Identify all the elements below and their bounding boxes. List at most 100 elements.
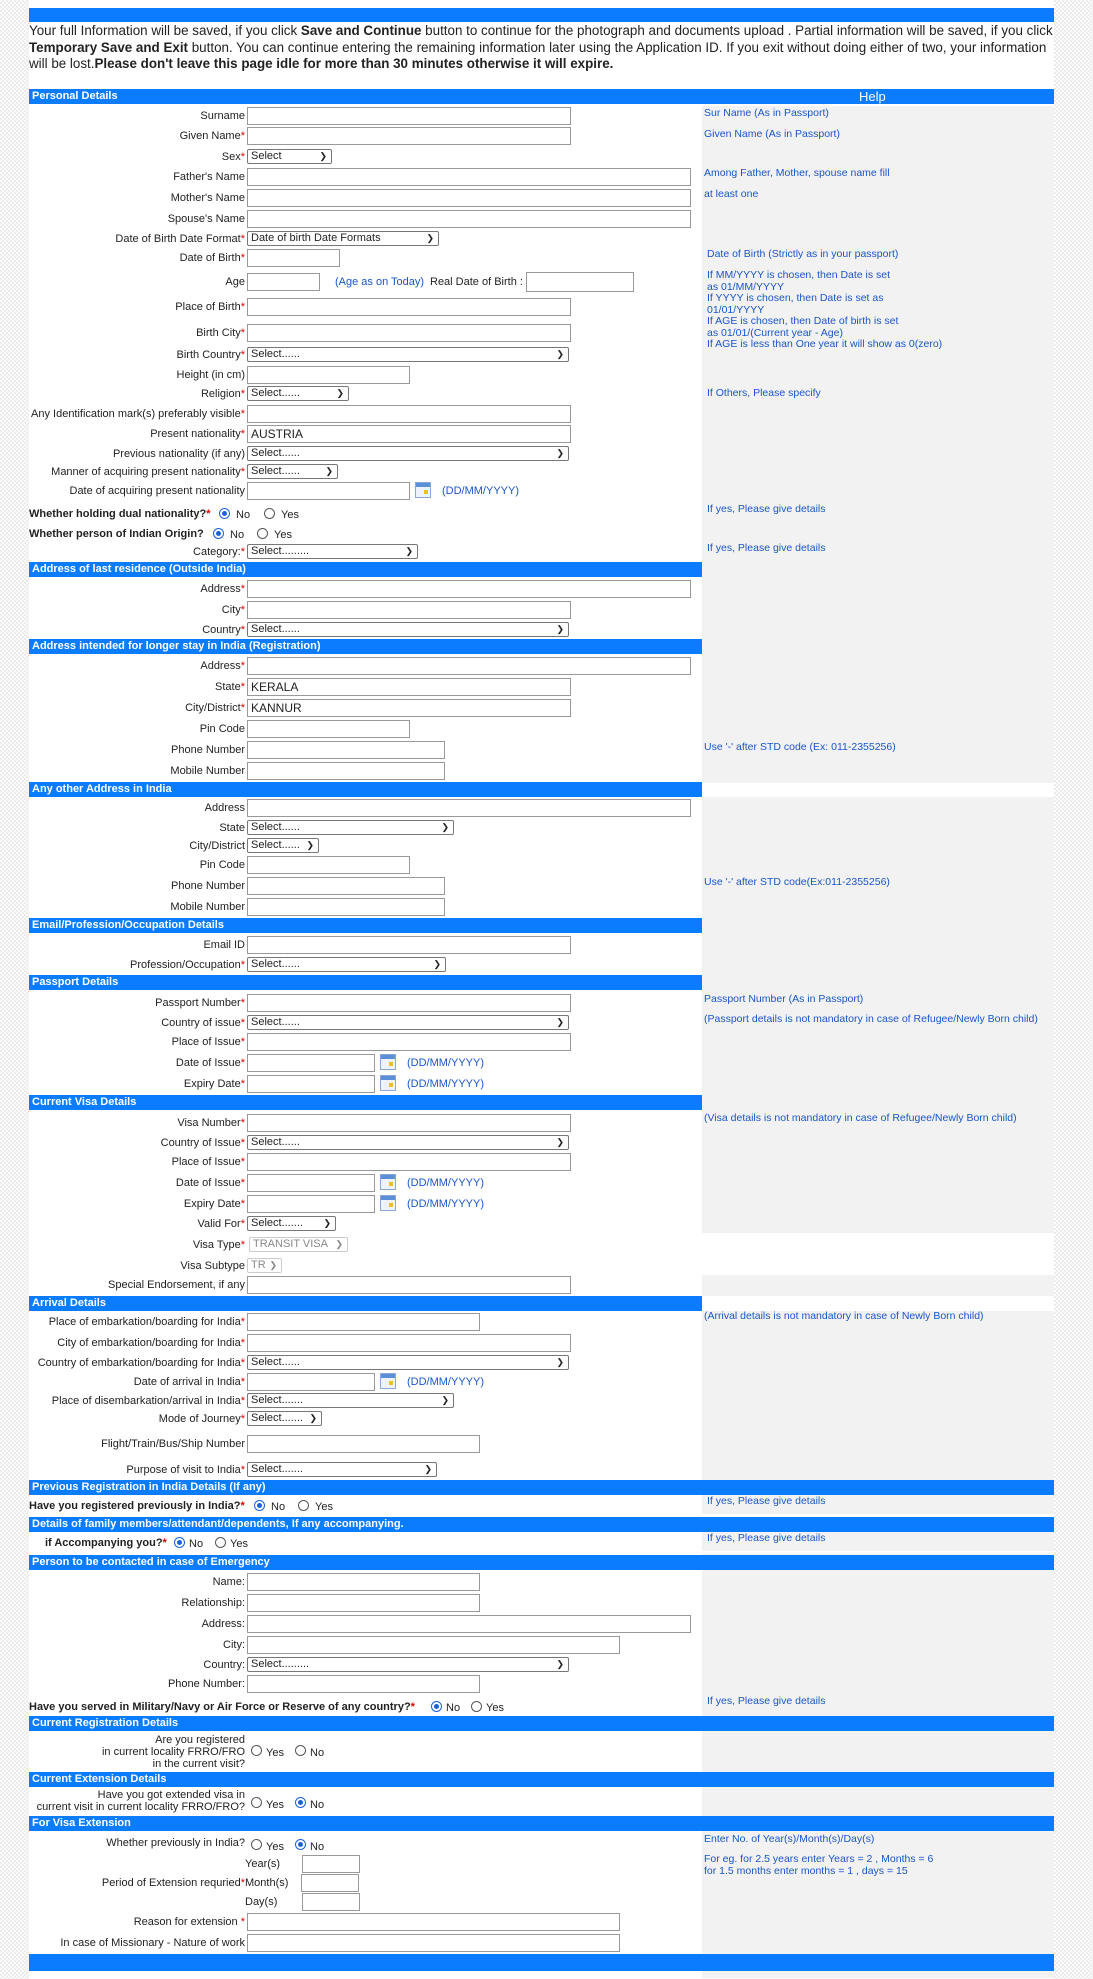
indian-origin-no-radio[interactable]: [213, 528, 224, 539]
em-address-input[interactable]: [247, 1615, 691, 1633]
passport-place-input[interactable]: [247, 1033, 571, 1051]
calendar-icon[interactable]: [380, 1054, 396, 1070]
label-text: Profession/Occupation: [130, 959, 241, 971]
sa-city-input[interactable]: [247, 699, 571, 717]
calendar-icon[interactable]: [380, 1373, 396, 1389]
missionary-input[interactable]: [247, 1934, 620, 1952]
arr-place-input[interactable]: [247, 1313, 480, 1331]
oa-pin-input[interactable]: [247, 856, 410, 874]
current-ext-no-radio[interactable]: [295, 1797, 306, 1808]
calendar-icon[interactable]: [380, 1195, 396, 1211]
religion-select[interactable]: Select...... ❯: [247, 386, 349, 401]
email-input[interactable]: [247, 936, 571, 954]
dual-nationality-no-radio[interactable]: [219, 508, 230, 519]
row-visa-number: Visa Number*: [29, 1113, 702, 1133]
birth-city-input[interactable]: [247, 324, 571, 342]
arr-mode-select[interactable]: Select....... ❯: [247, 1411, 322, 1426]
prev-india-yes-radio[interactable]: [251, 1839, 262, 1850]
current-reg-yes-radio[interactable]: [251, 1745, 262, 1756]
indian-origin-yes-radio[interactable]: [257, 528, 268, 539]
surname-input[interactable]: [247, 107, 571, 125]
oa-city-select[interactable]: Select...... ❯: [247, 838, 319, 853]
oa-phone-input[interactable]: [247, 877, 445, 895]
arr-purpose-select[interactable]: Select....... ❯: [247, 1462, 437, 1477]
dual-nationality-yes-radio[interactable]: [264, 508, 275, 519]
real-dob-input[interactable]: [526, 272, 634, 292]
ident-mark-input[interactable]: [247, 405, 571, 423]
dob-input[interactable]: [247, 249, 340, 267]
current-ext-yes-radio[interactable]: [251, 1797, 262, 1808]
passport-country-select[interactable]: Select...... ❯: [247, 1015, 569, 1030]
calendar-icon[interactable]: [415, 482, 431, 498]
oa-state-select[interactable]: Select...... ❯: [247, 820, 454, 835]
passport-expiry-date-input[interactable]: [247, 1075, 375, 1093]
passport-issue-date-input[interactable]: [247, 1054, 375, 1072]
sa-phone-input[interactable]: [247, 741, 445, 759]
em-phone-input[interactable]: [247, 1675, 480, 1693]
section-title: Email/Profession/Occupation Details: [32, 919, 224, 931]
valid-for-select[interactable]: Select....... ❯: [247, 1216, 336, 1231]
sex-select[interactable]: Select ❯: [247, 149, 332, 164]
em-relationship-input[interactable]: [247, 1594, 480, 1612]
ext-years-input[interactable]: [302, 1855, 360, 1873]
arr-city-input[interactable]: [247, 1334, 571, 1352]
lr-country-select[interactable]: Select...... ❯: [247, 622, 569, 637]
visa-expiry-date-input[interactable]: [247, 1195, 375, 1213]
birth-country-select[interactable]: Select...... ❯: [247, 347, 569, 362]
military-yes-radio[interactable]: [471, 1701, 482, 1712]
em-city-input[interactable]: [247, 1636, 620, 1654]
visa-issue-date-input[interactable]: [247, 1174, 375, 1192]
prev-nationality-select[interactable]: Select...... ❯: [247, 446, 569, 461]
category-select[interactable]: Select......... ❯: [247, 544, 418, 559]
oa-mobile-input[interactable]: [247, 898, 445, 916]
place-of-birth-input[interactable]: [247, 298, 571, 316]
manner-nationality-select[interactable]: Select...... ❯: [247, 464, 338, 479]
spouse-name-input[interactable]: [247, 210, 691, 228]
visa-country-select[interactable]: Select...... ❯: [247, 1135, 569, 1150]
visa-place-input[interactable]: [247, 1153, 571, 1171]
current-reg-no-radio[interactable]: [295, 1745, 306, 1756]
em-name-input[interactable]: [247, 1573, 480, 1591]
ext-days-input[interactable]: [302, 1893, 360, 1911]
calendar-icon[interactable]: [380, 1174, 396, 1190]
lr-city-input[interactable]: [247, 601, 571, 619]
arr-date-input[interactable]: [247, 1373, 375, 1391]
present-nationality-input[interactable]: [247, 425, 571, 443]
ext-months-input[interactable]: [301, 1874, 359, 1892]
mother-name-input[interactable]: [247, 189, 691, 207]
family-no-radio[interactable]: [174, 1537, 185, 1548]
help-military: If yes, Please give details: [707, 1695, 826, 1707]
arr-flight-input[interactable]: [247, 1435, 480, 1453]
family-yes-radio[interactable]: [215, 1537, 226, 1548]
height-input[interactable]: [247, 366, 410, 384]
father-name-input[interactable]: [247, 168, 691, 186]
em-country-select[interactable]: Select......... ❯: [247, 1657, 569, 1672]
lr-address-input[interactable]: [247, 580, 691, 598]
help-dob-formats: If MM/YYYY is chosen, then Date is set a…: [707, 269, 942, 351]
military-no-radio[interactable]: [431, 1701, 442, 1712]
endorsement-input[interactable]: [247, 1276, 571, 1294]
prev-reg-yes-radio[interactable]: [298, 1500, 309, 1511]
visa-type-select[interactable]: TRANSIT VISA ❯: [249, 1237, 348, 1252]
calendar-icon[interactable]: [380, 1075, 396, 1091]
arr-disembark-select[interactable]: Select....... ❯: [247, 1393, 454, 1408]
profession-select[interactable]: Select...... ❯: [247, 957, 446, 972]
prev-reg-no-radio[interactable]: [254, 1500, 265, 1511]
oa-address-input[interactable]: [247, 799, 691, 817]
sa-mobile-input[interactable]: [247, 762, 445, 780]
dob-format-select[interactable]: Date of birth Date Formats ❯: [247, 231, 439, 246]
sa-state-input[interactable]: [247, 678, 571, 696]
passport-number-input[interactable]: [247, 994, 571, 1012]
visa-subtype-select[interactable]: TR ❯: [247, 1258, 282, 1273]
reason-input[interactable]: [247, 1913, 620, 1931]
sa-pin-input[interactable]: [247, 720, 410, 738]
arr-country-select[interactable]: Select...... ❯: [247, 1355, 569, 1370]
age-input[interactable]: [247, 273, 320, 291]
visa-number-input[interactable]: [247, 1114, 571, 1132]
given-name-input[interactable]: [247, 127, 571, 145]
date-nationality-input[interactable]: [247, 482, 410, 500]
label-text: Birth Country: [176, 349, 241, 361]
sa-address-input[interactable]: [247, 657, 691, 675]
prev-india-no-radio[interactable]: [295, 1839, 306, 1850]
label-line: Are you registered: [155, 1734, 245, 1746]
